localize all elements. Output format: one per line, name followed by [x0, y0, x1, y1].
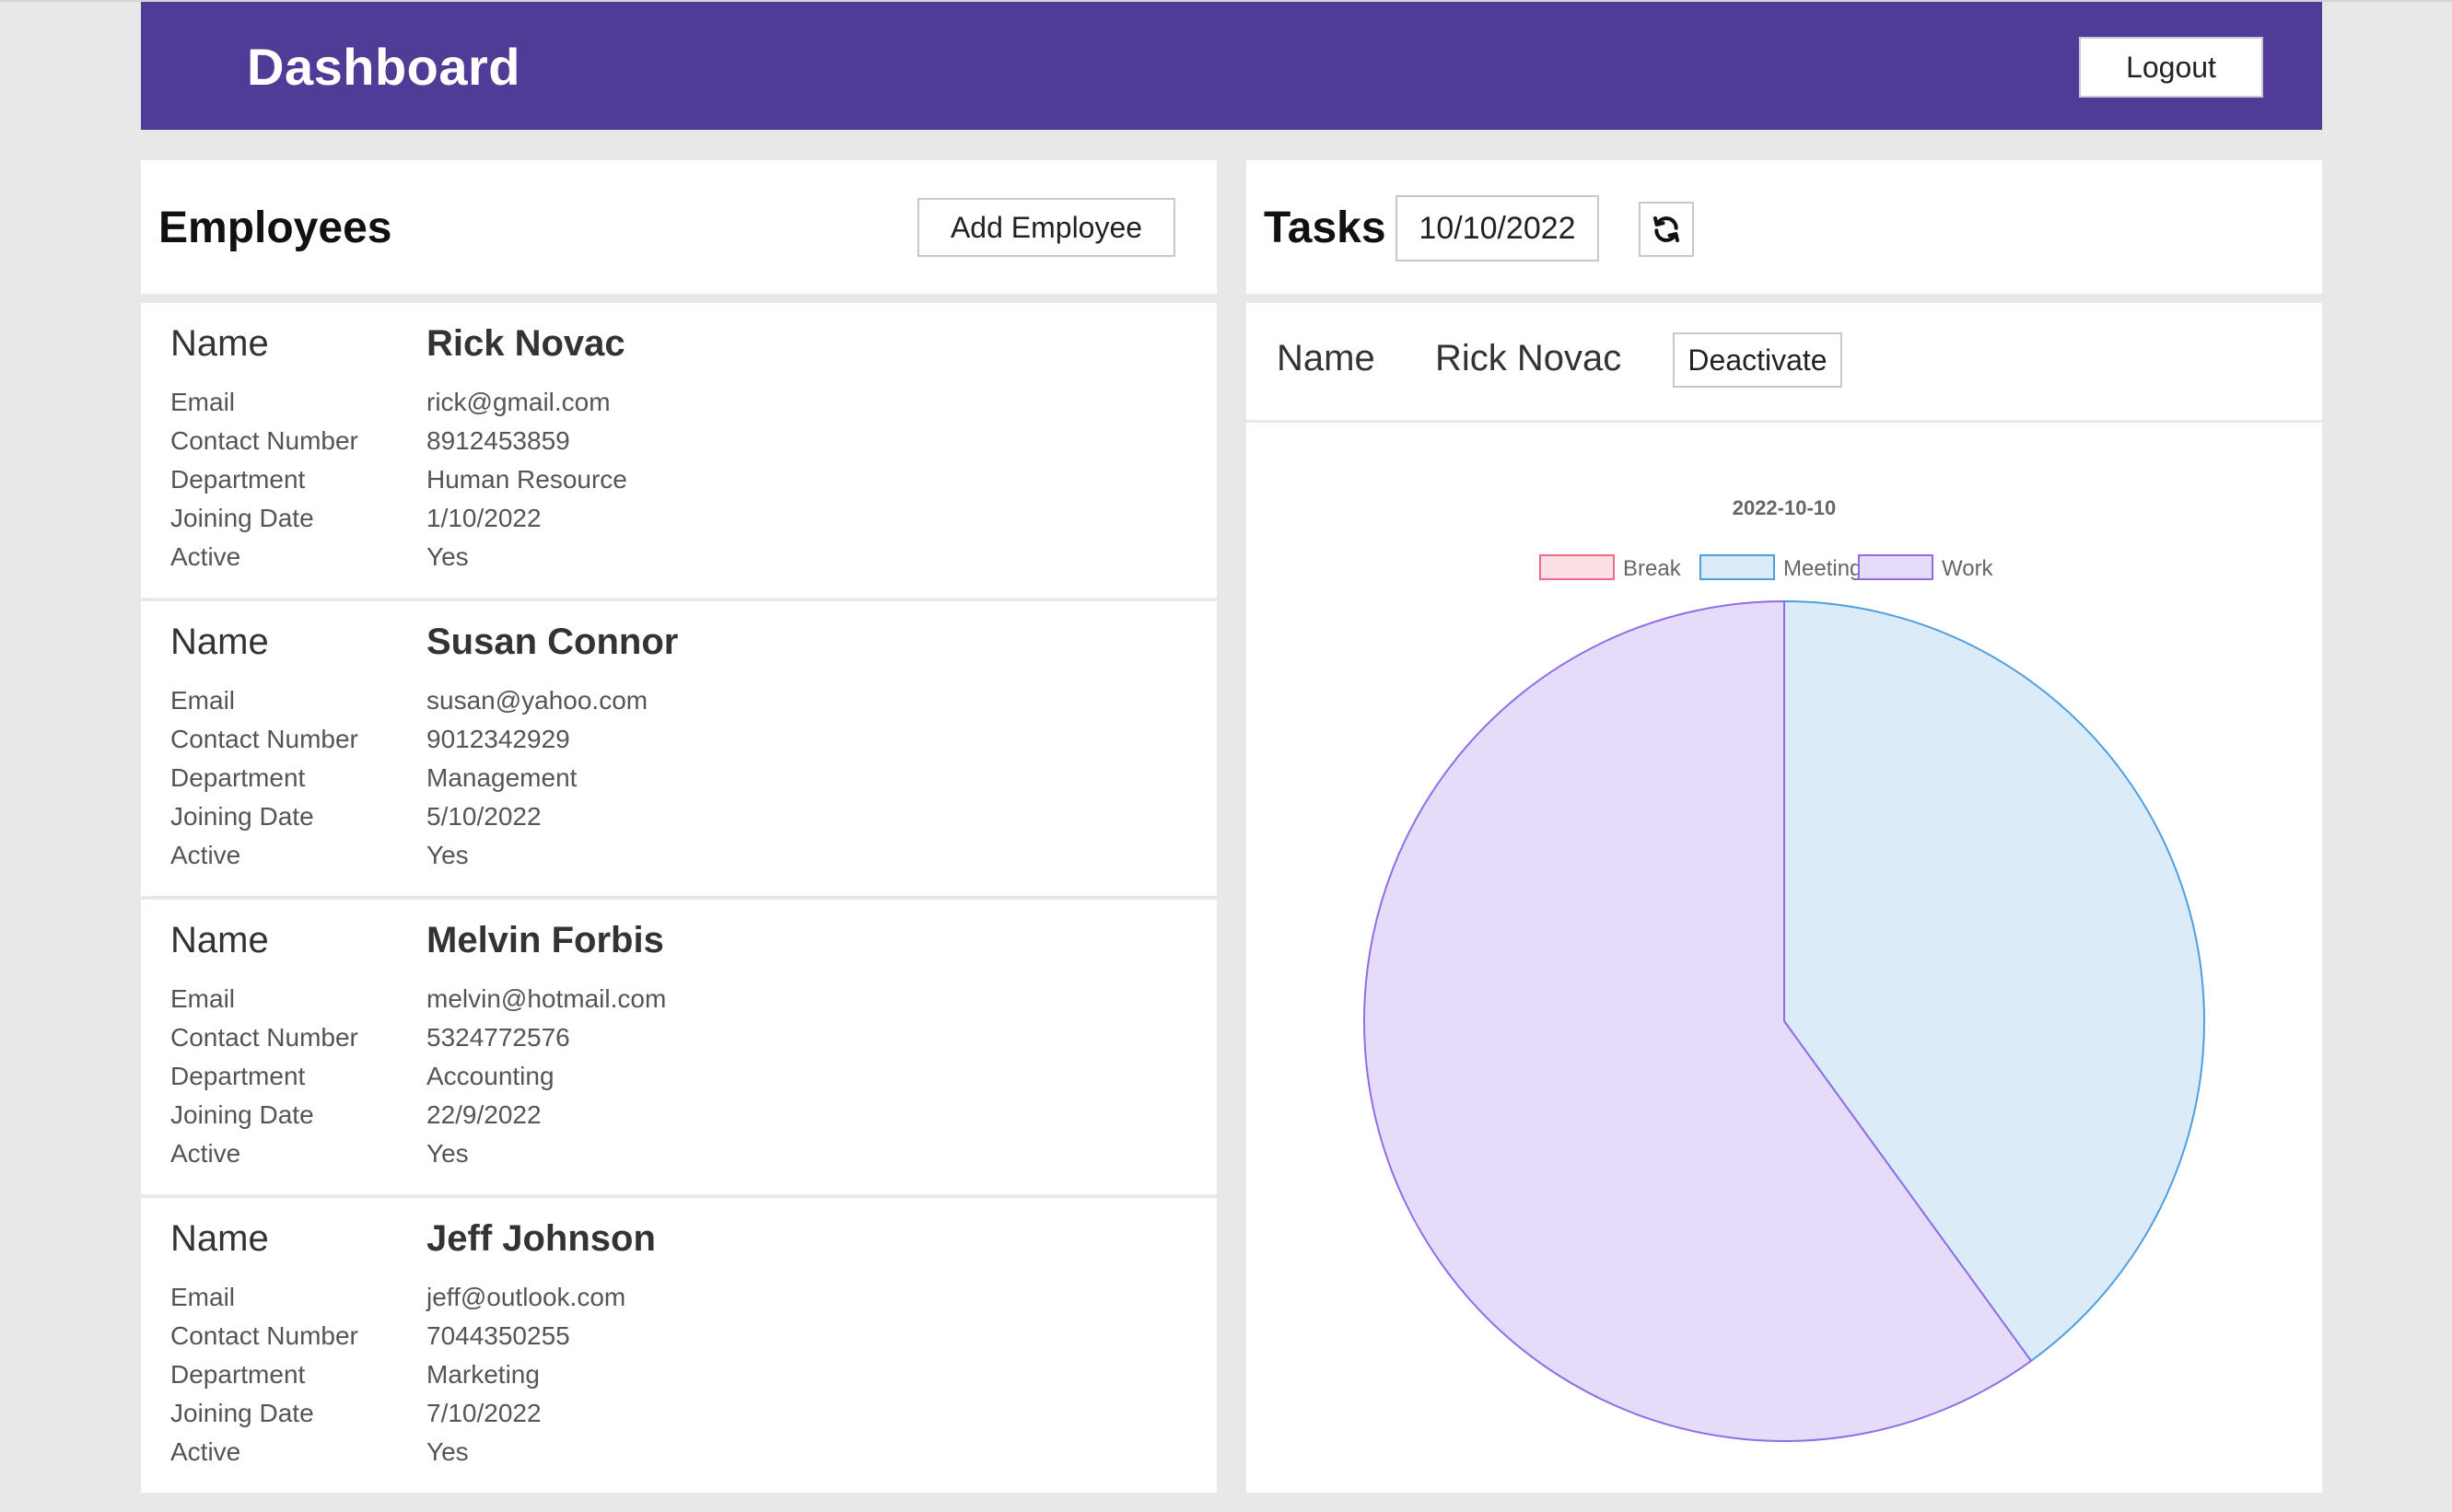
- selected-employee-name: Rick Novac: [1435, 338, 1622, 378]
- employee-name: Susan Connor: [426, 622, 679, 662]
- email-label: Email: [170, 686, 236, 715]
- selected-name-label: Name: [1277, 338, 1375, 378]
- employee-joining-date: 5/10/2022: [426, 802, 542, 831]
- employee-contact: 8912453859: [426, 426, 570, 455]
- refresh-icon: [1653, 216, 1679, 242]
- logout-button[interactable]: Logout: [2079, 37, 2263, 98]
- active-label: Active: [170, 841, 241, 869]
- chart-title: 2022-10-10: [1733, 496, 1837, 519]
- employee-email: susan@yahoo.com: [426, 686, 648, 715]
- legend-swatch-meeting[interactable]: [1699, 554, 1775, 580]
- department-label: Department: [170, 1360, 306, 1389]
- employee-active: Yes: [426, 841, 469, 869]
- tasks-heading: Tasks: [1264, 204, 1386, 252]
- department-label: Department: [170, 763, 306, 792]
- department-label: Department: [170, 1062, 306, 1090]
- employee-department: Marketing: [426, 1360, 540, 1389]
- employee-department: Accounting: [426, 1062, 555, 1090]
- refresh-button[interactable]: [1639, 202, 1694, 257]
- date-input[interactable]: 10/10/2022: [1395, 195, 1599, 262]
- employee-name: Jeff Johnson: [426, 1218, 656, 1259]
- name-label: Name: [170, 1218, 269, 1259]
- joining-date-label: Joining Date: [170, 802, 314, 831]
- employee-contact: 7044350255: [426, 1321, 570, 1350]
- employee-department: Management: [426, 763, 578, 792]
- deactivate-button[interactable]: Deactivate: [1673, 332, 1842, 388]
- employee-email: melvin@hotmail.com: [426, 984, 667, 1013]
- app-header: Dashboard Logout: [141, 2, 2322, 130]
- joining-date-label: Joining Date: [170, 1100, 314, 1129]
- email-label: Email: [170, 1283, 236, 1311]
- tasks-header: Tasks 10/10/2022: [1246, 160, 2322, 294]
- employee-joining-date: 22/9/2022: [426, 1100, 542, 1129]
- employee-email: rick@gmail.com: [426, 388, 611, 416]
- employee-department: Human Resource: [426, 465, 627, 494]
- page-title: Dashboard: [247, 38, 520, 96]
- employee-card[interactable]: Name Rick Novac Email rick@gmail.com Con…: [141, 303, 1217, 598]
- employee-contact: 5324772576: [426, 1023, 570, 1052]
- task-chart-panel: 2022-10-10 Break Meeting Work: [1246, 423, 2322, 1493]
- employee-name: Rick Novac: [426, 323, 625, 364]
- email-label: Email: [170, 984, 236, 1013]
- legend-label-break[interactable]: Break: [1623, 556, 1682, 581]
- employee-joining-date: 1/10/2022: [426, 504, 542, 532]
- contact-label: Contact Number: [170, 1321, 358, 1350]
- employee-name: Melvin Forbis: [426, 920, 664, 960]
- joining-date-label: Joining Date: [170, 504, 314, 532]
- active-label: Active: [170, 1437, 241, 1466]
- employee-active: Yes: [426, 542, 469, 571]
- active-label: Active: [170, 542, 241, 571]
- selected-employee-bar: Name Rick Novac Deactivate: [1246, 303, 2322, 420]
- employee-active: Yes: [426, 1437, 469, 1466]
- contact-label: Contact Number: [170, 1023, 358, 1052]
- legend-label-meeting[interactable]: Meeting: [1783, 556, 1862, 581]
- employee-contact: 9012342929: [426, 725, 570, 753]
- legend-label-work[interactable]: Work: [1942, 556, 1994, 581]
- joining-date-label: Joining Date: [170, 1399, 314, 1427]
- employee-card[interactable]: Name Melvin Forbis Email melvin@hotmail.…: [141, 900, 1217, 1194]
- employees-header: Employees Add Employee: [141, 160, 1217, 294]
- name-label: Name: [170, 920, 269, 960]
- pie-chart: 2022-10-10 Break Meeting Work: [1363, 496, 2205, 1442]
- employee-active: Yes: [426, 1139, 469, 1168]
- legend-swatch-work[interactable]: [1858, 554, 1933, 580]
- employee-joining-date: 7/10/2022: [426, 1399, 542, 1427]
- legend-swatch-break[interactable]: [1539, 554, 1615, 580]
- contact-label: Contact Number: [170, 725, 358, 753]
- name-label: Name: [170, 323, 269, 364]
- email-label: Email: [170, 388, 236, 416]
- add-employee-button[interactable]: Add Employee: [917, 198, 1175, 257]
- employee-card[interactable]: Name Susan Connor Email susan@yahoo.com …: [141, 601, 1217, 896]
- employee-email: jeff@outlook.com: [426, 1283, 626, 1311]
- employees-heading: Employees: [158, 204, 392, 252]
- active-label: Active: [170, 1139, 241, 1168]
- department-label: Department: [170, 465, 306, 494]
- employee-card[interactable]: Name Jeff Johnson Email jeff@outlook.com…: [141, 1198, 1217, 1493]
- contact-label: Contact Number: [170, 426, 358, 455]
- name-label: Name: [170, 622, 269, 662]
